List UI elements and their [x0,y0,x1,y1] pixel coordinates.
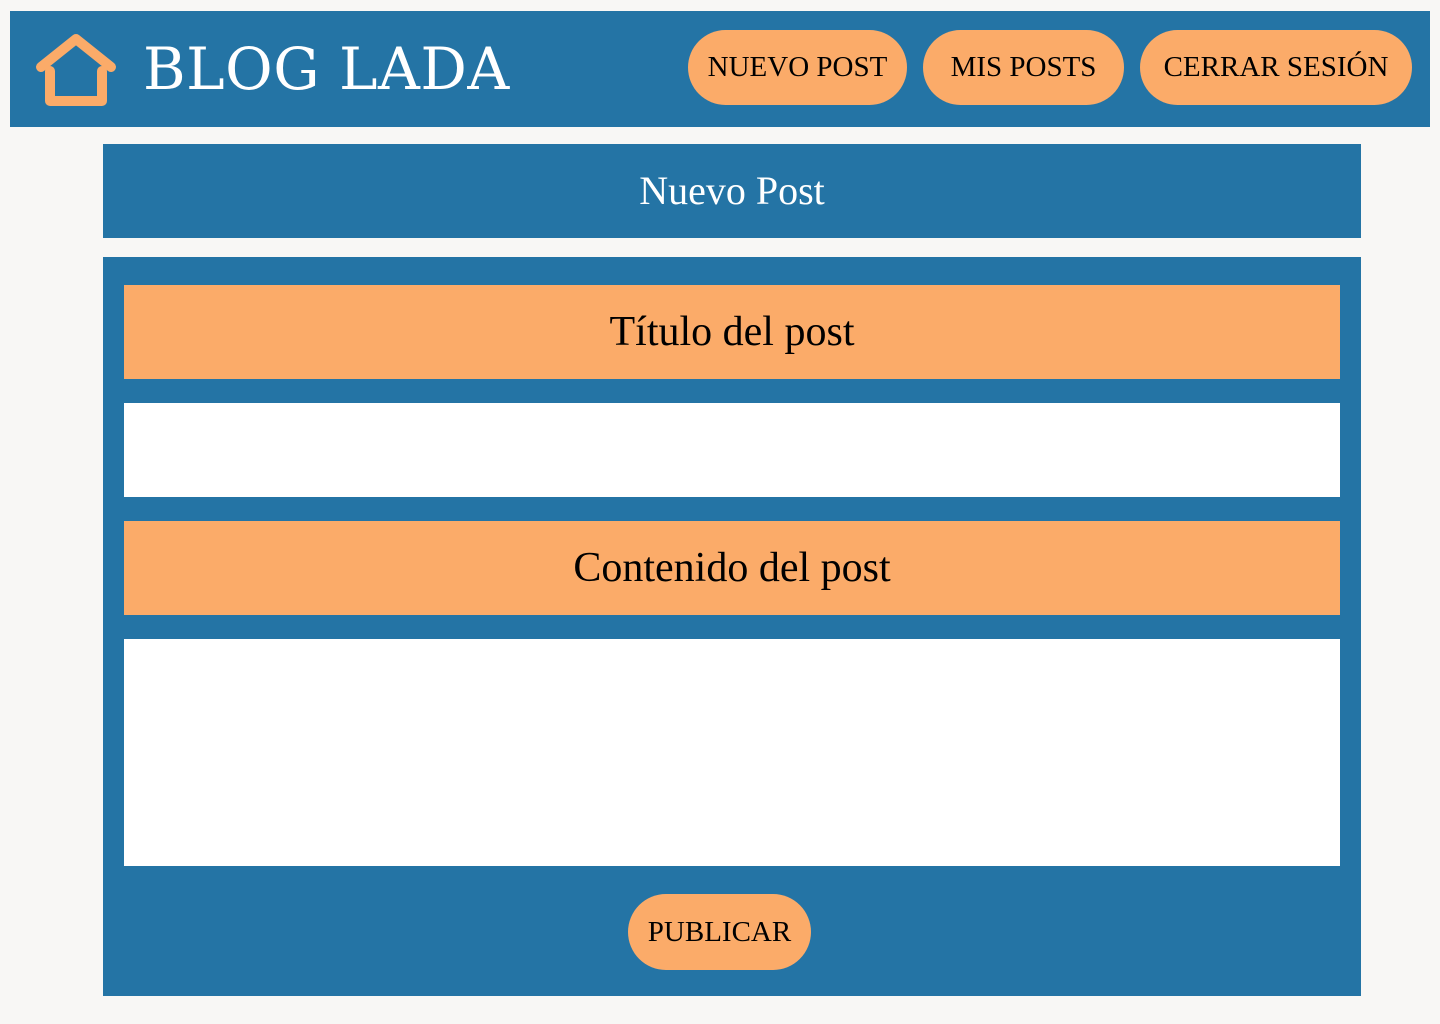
new-post-button[interactable]: NUEVO POST [688,30,907,105]
my-posts-button[interactable]: MIS POSTS [923,30,1124,105]
post-title-label: Título del post [124,285,1340,379]
post-content-label: Contenido del post [124,521,1340,615]
home-icon[interactable] [35,31,117,107]
top-header: BLOG LADA NUEVO POST MIS POSTS CERRAR SE… [10,11,1430,127]
publish-button[interactable]: PUBLICAR [628,894,811,970]
post-title-input[interactable] [124,403,1340,497]
new-post-form: Título del post Contenido del post PUBLI… [103,257,1361,996]
page-title: Nuevo Post [639,168,825,213]
post-content-textarea[interactable] [124,639,1340,866]
brand-title[interactable]: BLOG LADA [143,37,510,101]
page-title-bar: Nuevo Post [103,144,1361,238]
logout-button[interactable]: CERRAR SESIÓN [1140,30,1412,105]
